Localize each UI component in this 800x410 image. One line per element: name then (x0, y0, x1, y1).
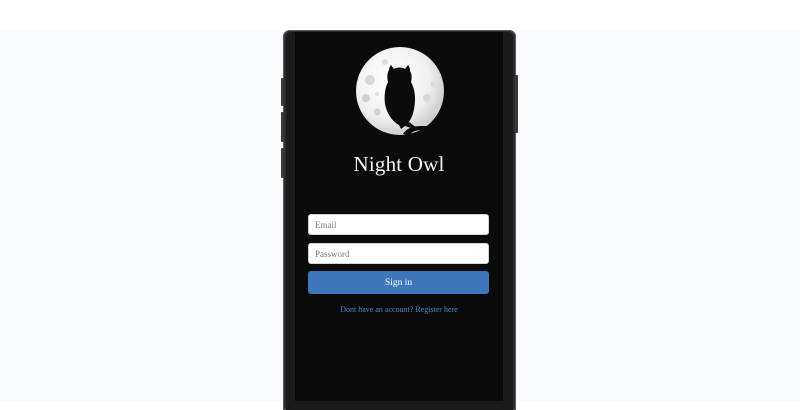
sign-in-button[interactable]: Sign in (308, 271, 489, 294)
password-input[interactable] (308, 243, 489, 264)
phone-power-button (515, 75, 518, 133)
phone-volume-up (281, 112, 284, 142)
phone-volume-down (281, 148, 284, 178)
email-input[interactable] (308, 214, 489, 235)
app-title: Night Owl (353, 152, 445, 176)
register-link[interactable]: Dont have an account? Register here (295, 305, 503, 314)
phone-mute-switch (281, 78, 284, 106)
owl-moon-icon (356, 47, 444, 136)
